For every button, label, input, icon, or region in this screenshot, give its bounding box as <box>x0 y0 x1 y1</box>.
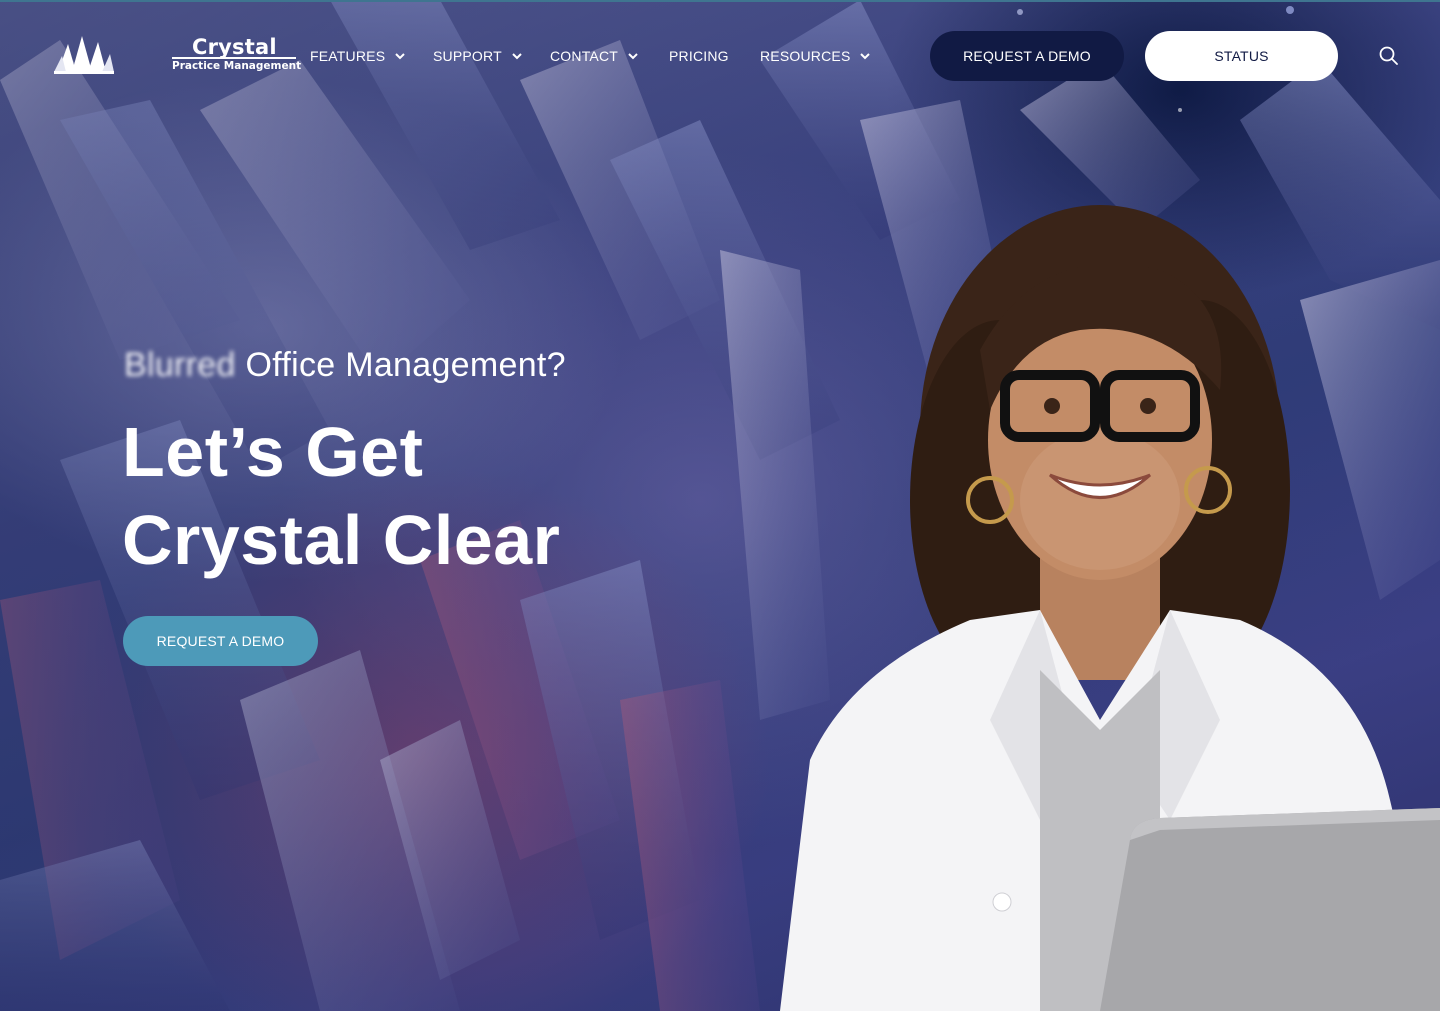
nav-resources[interactable]: RESOURCES <box>760 47 871 65</box>
logo[interactable]: Crystal Practice Management <box>54 35 301 76</box>
brand-name: Crystal <box>192 35 277 59</box>
nav-contact[interactable]: CONTACT <box>550 47 639 65</box>
nav-support-label: SUPPORT <box>433 48 502 64</box>
hero-tagline: Blurred Office Management? <box>124 346 566 385</box>
nav-features-label: FEATURES <box>310 48 386 64</box>
status-button[interactable]: STATUS <box>1145 31 1338 81</box>
nav-pricing-label: PRICING <box>669 48 729 64</box>
chevron-down-icon <box>860 53 871 60</box>
headline-line-2: Crystal Clear <box>122 501 561 579</box>
nav-support[interactable]: SUPPORT <box>433 47 523 65</box>
logo-divider <box>172 57 296 59</box>
chevron-down-icon <box>628 53 638 60</box>
hero-request-demo-button[interactable]: REQUEST A DEMO <box>123 616 318 666</box>
tagline-blurred-word: Blurred <box>124 346 236 384</box>
nav-resources-label: RESOURCES <box>760 48 851 64</box>
brand-subtitle: Practice Management <box>172 60 302 72</box>
doctor-photo <box>780 205 1440 1011</box>
nav-contact-label: CONTACT <box>550 48 619 64</box>
search-icon <box>1379 46 1398 65</box>
tagline-rest: Office Management? <box>235 346 566 384</box>
chevron-down-icon <box>395 53 405 60</box>
top-accent-line <box>0 0 1440 2</box>
nav-features[interactable]: FEATURES <box>310 47 406 65</box>
chevron-down-icon <box>512 53 522 60</box>
search-button[interactable] <box>1378 45 1400 67</box>
nav-pricing[interactable]: PRICING <box>669 47 729 65</box>
request-demo-button[interactable]: REQUEST A DEMO <box>930 31 1124 81</box>
headline-line-1: Let’s Get <box>122 413 424 491</box>
hero-headline: Let’s Get Crystal Clear <box>122 408 560 584</box>
crystal-logo-icon <box>54 36 114 74</box>
